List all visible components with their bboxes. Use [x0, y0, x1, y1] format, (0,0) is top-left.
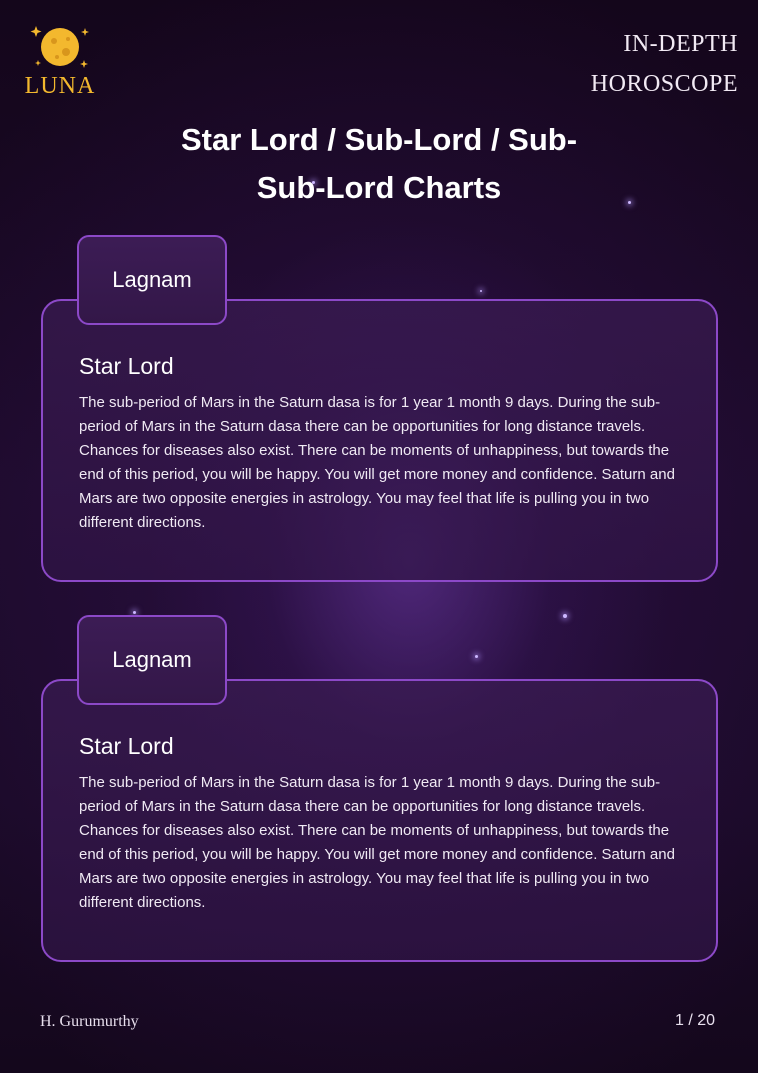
star-sparkle [628, 201, 631, 204]
tab-label: Lagnam [112, 647, 192, 672]
card-body-text: The sub-period of Mars in the Saturn das… [79, 394, 675, 531]
star-sparkle [133, 611, 136, 614]
section-tab-lagnam[interactable]: Lagnam [77, 615, 227, 705]
header-line-1: IN-DEPTH [623, 31, 738, 57]
brand-name: LUNA [24, 73, 96, 99]
card-heading: Star Lord [79, 353, 174, 379]
card-heading: Star Lord [79, 733, 174, 759]
card-body-text: The sub-period of Mars in the Saturn das… [79, 774, 675, 911]
chart-section: Lagnam Star Lord The sub-period of Mars … [41, 235, 718, 582]
moon-stars-icon [30, 26, 89, 68]
header-line-2: HOROSCOPE [590, 71, 738, 97]
content-card: Star Lord The sub-period of Mars in the … [41, 679, 718, 962]
content-card: Star Lord The sub-period of Mars in the … [41, 299, 718, 582]
footer-author: H. Gurumurthy [40, 1013, 139, 1030]
chart-section: Lagnam Star Lord The sub-period of Mars … [41, 615, 718, 962]
tab-label: Lagnam [112, 267, 192, 292]
header-title: IN-DEPTH HOROSCOPE [591, 24, 738, 104]
page-indicator: 1 / 20 [674, 1012, 715, 1029]
page-title: Star Lord / Sub-Lord / Sub-Sub-Lord Char… [180, 122, 578, 205]
brand-logo[interactable]: LUNA [20, 22, 100, 102]
section-tab-lagnam[interactable]: Lagnam [77, 235, 227, 325]
